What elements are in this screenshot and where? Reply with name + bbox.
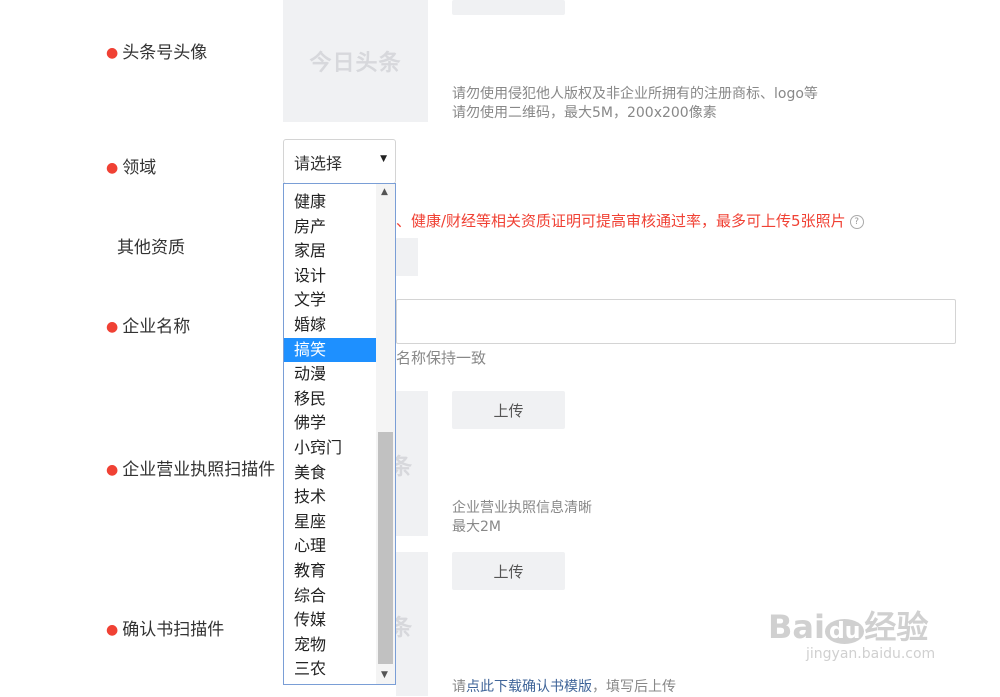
scroll-up-arrow-icon[interactable]: ▲ (381, 187, 388, 197)
confirm-hint-suffix: ，填写后上传 (592, 679, 676, 695)
confirm-label-text: 确认书扫描件 (122, 620, 225, 640)
license-logo-fragment: 条 (396, 455, 414, 480)
required-dot: ● (106, 45, 119, 61)
dropdown-option[interactable]: 美食 (284, 461, 376, 485)
company-name-input[interactable] (396, 299, 956, 344)
confirm-logo-fragment: 条 (396, 616, 414, 641)
other-note: 、健康/财经等相关资质证明可提高审核通过率，最多可上传5张照片? (396, 210, 864, 231)
dropdown-option[interactable]: 家居 (284, 239, 376, 263)
company-label: ● 企业名称 (106, 312, 190, 337)
domain-select-value: 请选择 (294, 153, 343, 173)
download-template-link[interactable]: 点此下载确认书模版 (466, 679, 592, 695)
scrollbar-thumb[interactable] (378, 432, 393, 664)
watermark-cn: 经验 (864, 608, 929, 646)
avatar-upload-button[interactable] (452, 0, 565, 15)
confirm-hint-prefix: 请 (452, 679, 466, 695)
watermark-url: jingyan.baidu.com (806, 646, 936, 662)
confirm-preview: 条 (396, 552, 428, 696)
license-hint-1: 企业营业执照信息清晰 (452, 500, 592, 516)
avatar-hint-2: 请勿使用二维码，最大5M，200x200像素 (452, 105, 717, 121)
dropdown-option[interactable]: 移民 (284, 387, 376, 411)
dropdown-option[interactable]: 动漫 (284, 362, 376, 386)
dropdown-option[interactable]: 传媒 (284, 608, 376, 632)
toutiao-logo-placeholder: 今日头条 (309, 51, 402, 76)
dropdown-option[interactable]: 综合 (284, 584, 376, 608)
dropdown-option[interactable]: 房产 (284, 215, 376, 239)
dropdown-option[interactable]: 佛学 (284, 411, 376, 435)
dropdown-option-partial[interactable] (284, 184, 376, 190)
dropdown-option[interactable]: 文学 (284, 288, 376, 312)
dropdown-option[interactable]: 心理 (284, 534, 376, 558)
baidu-jingyan-watermark: Bai du 经验 (768, 602, 928, 648)
help-icon[interactable]: ? (849, 214, 864, 229)
avatar-label-text: 头条号头像 (122, 43, 208, 63)
license-label: ● 企业营业执照扫描件 (106, 455, 275, 480)
confirm-upload-button[interactable]: 上传 (452, 552, 565, 590)
required-dot: ● (106, 622, 119, 638)
dropdown-option[interactable]: 教育 (284, 559, 376, 583)
license-preview: 条 (396, 391, 428, 536)
dropdown-option[interactable]: 搞笑 (284, 337, 376, 362)
caret-down-icon: ▼ (380, 154, 387, 164)
confirm-hint: 请点此下载确认书模版，填写后上传 (452, 678, 676, 697)
dropdown-option[interactable]: 小窍门 (284, 436, 376, 460)
other-note-text: 、健康/财经等相关资质证明可提高审核通过率，最多可上传5张照片 (396, 212, 846, 230)
license-label-text: 企业营业执照扫描件 (122, 460, 276, 480)
license-hint-2: 最大2M (452, 519, 501, 535)
domain-dropdown-list[interactable]: 健康 房产 家居 设计 文学 婚嫁 搞笑 动漫 移民 佛学 小窍门 美食 技术 星座 心理 教育 综合 传媒 宠物三… (283, 183, 396, 685)
dropdown-option[interactable]: 三农 (284, 657, 376, 681)
confirm-label: ● 确认书扫描件 (106, 615, 224, 640)
domain-label: ● 领域 (106, 153, 156, 178)
dropdown-option[interactable]: 婚嫁 (284, 313, 376, 337)
dropdown-option[interactable]: 宠物 (284, 633, 376, 657)
required-dot: ● (106, 319, 119, 335)
avatar-label: ● 头条号头像 (106, 38, 207, 63)
avatar-preview: 今日头条 (283, 0, 428, 122)
dropdown-option[interactable]: 设计 (284, 264, 376, 288)
other-upload-area[interactable] (396, 238, 418, 276)
license-upload-button[interactable]: 上传 (452, 391, 565, 429)
domain-label-text: 领域 (122, 158, 157, 178)
avatar-hint-1: 请勿使用侵犯他人版权及非企业所拥有的注册商标、logo等 (452, 86, 818, 102)
required-dot: ● (106, 160, 119, 176)
dropdown-option[interactable]: 健康 (284, 190, 376, 214)
company-label-text: 企业名称 (122, 317, 191, 337)
dropdown-scrollbar[interactable]: ▲ ▼ (376, 184, 395, 684)
company-hint: 名称保持一致 (396, 349, 487, 367)
scroll-down-arrow-icon[interactable]: ▼ (381, 670, 388, 680)
other-label: 其他资质 (117, 238, 185, 258)
dropdown-option[interactable]: 星座 (284, 510, 376, 534)
watermark-brand: Bai (768, 608, 825, 646)
domain-select[interactable]: 请选择 ▼ (283, 139, 396, 184)
required-dot: ● (106, 462, 119, 478)
paw-icon: du (824, 619, 865, 644)
dropdown-option[interactable]: 技术 (284, 485, 376, 509)
